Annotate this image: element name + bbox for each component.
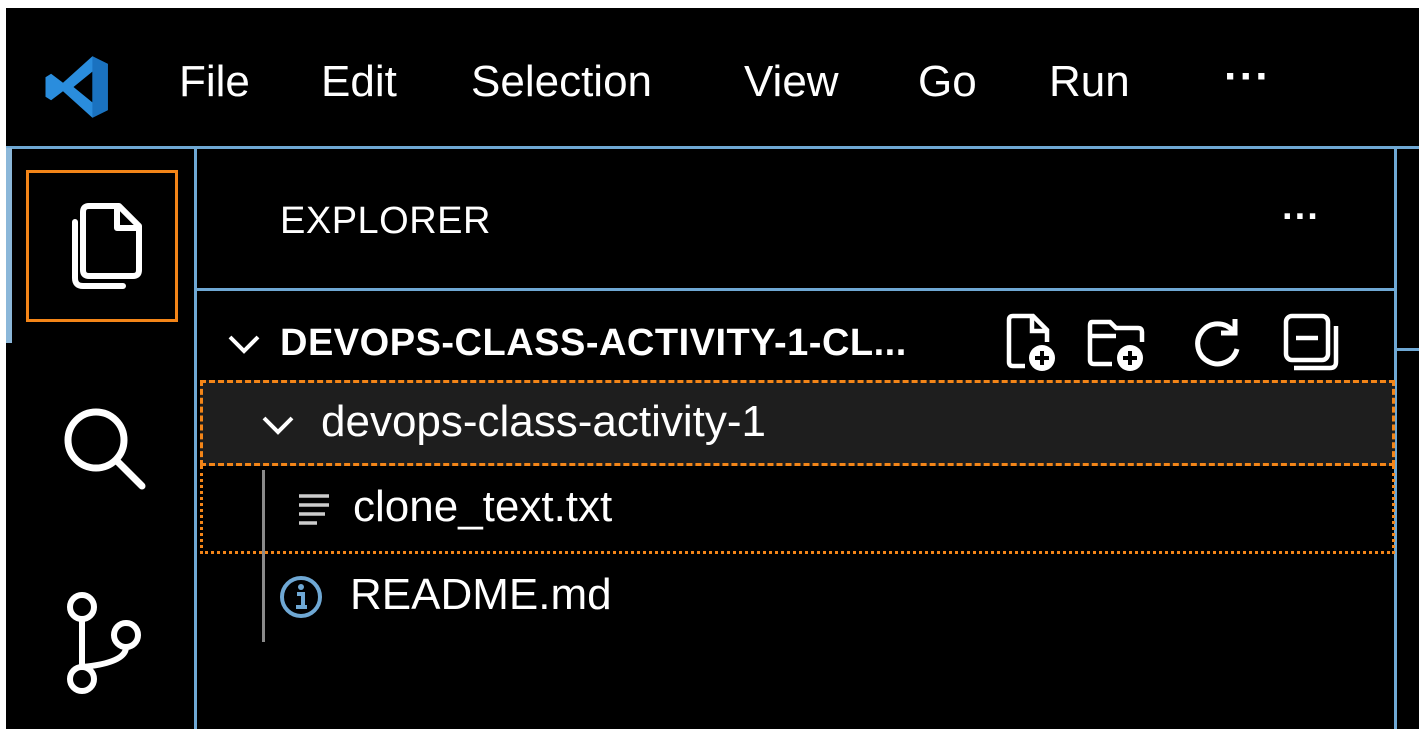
folder-label: devops-class-activity-1 — [321, 397, 767, 446]
tree-folder-row[interactable]: devops-class-activity-1 — [200, 380, 1395, 466]
source-control-icon — [67, 592, 141, 694]
menu-go[interactable]: Go — [918, 52, 977, 112]
workspace-section-header[interactable]: DEVOPS-CLASS-ACTIVITY-1-CL... — [218, 308, 1398, 378]
explorer-more-button[interactable]: ··· — [1282, 196, 1320, 239]
new-file-button[interactable] — [998, 308, 1064, 378]
new-file-icon — [1006, 313, 1055, 371]
sidebar-left-border — [194, 146, 197, 729]
menu-view[interactable]: View — [744, 52, 839, 112]
explorer-icon — [72, 203, 142, 289]
title-bar: File Edit Selection View Go Run ··· — [6, 8, 1419, 146]
menu-file[interactable]: File — [179, 52, 250, 112]
vscode-logo-icon — [45, 56, 108, 118]
sidebar-top-border — [194, 146, 1419, 149]
active-indicator — [6, 148, 12, 343]
file-label: README.md — [350, 570, 612, 619]
indent-guide — [262, 470, 265, 642]
tree-file-row[interactable]: README.md — [200, 554, 1395, 640]
activity-source-control[interactable] — [26, 564, 178, 716]
collapse-all-icon — [1283, 313, 1339, 371]
menu-edit[interactable]: Edit — [321, 52, 397, 112]
collapse-all-button[interactable] — [1278, 308, 1344, 378]
workspace-title: DEVOPS-CLASS-ACTIVITY-1-CL... — [280, 322, 907, 364]
menu-more-button[interactable]: ··· — [1224, 52, 1271, 112]
vscode-window: File Edit Selection View Go Run ··· EXPL… — [6, 8, 1419, 729]
refresh-icon — [1195, 319, 1240, 367]
new-folder-button[interactable] — [1085, 308, 1151, 378]
tree-file-row[interactable]: clone_text.txt — [200, 466, 1395, 554]
chevron-down-icon — [228, 335, 260, 354]
text-file-icon — [299, 494, 329, 525]
editor-edge-border — [1397, 348, 1419, 351]
refresh-button[interactable] — [1184, 308, 1250, 378]
explorer-header-border — [194, 288, 1396, 291]
explorer-title: EXPLORER — [280, 200, 491, 242]
chevron-down-icon — [262, 416, 294, 435]
info-icon — [280, 576, 322, 618]
new-folder-icon — [1087, 319, 1145, 371]
file-label: clone_text.txt — [353, 482, 613, 531]
activity-search[interactable] — [26, 370, 178, 522]
activity-explorer[interactable] — [26, 170, 178, 322]
search-icon — [64, 408, 146, 490]
menu-selection[interactable]: Selection — [471, 52, 652, 112]
menu-run[interactable]: Run — [1049, 52, 1130, 112]
